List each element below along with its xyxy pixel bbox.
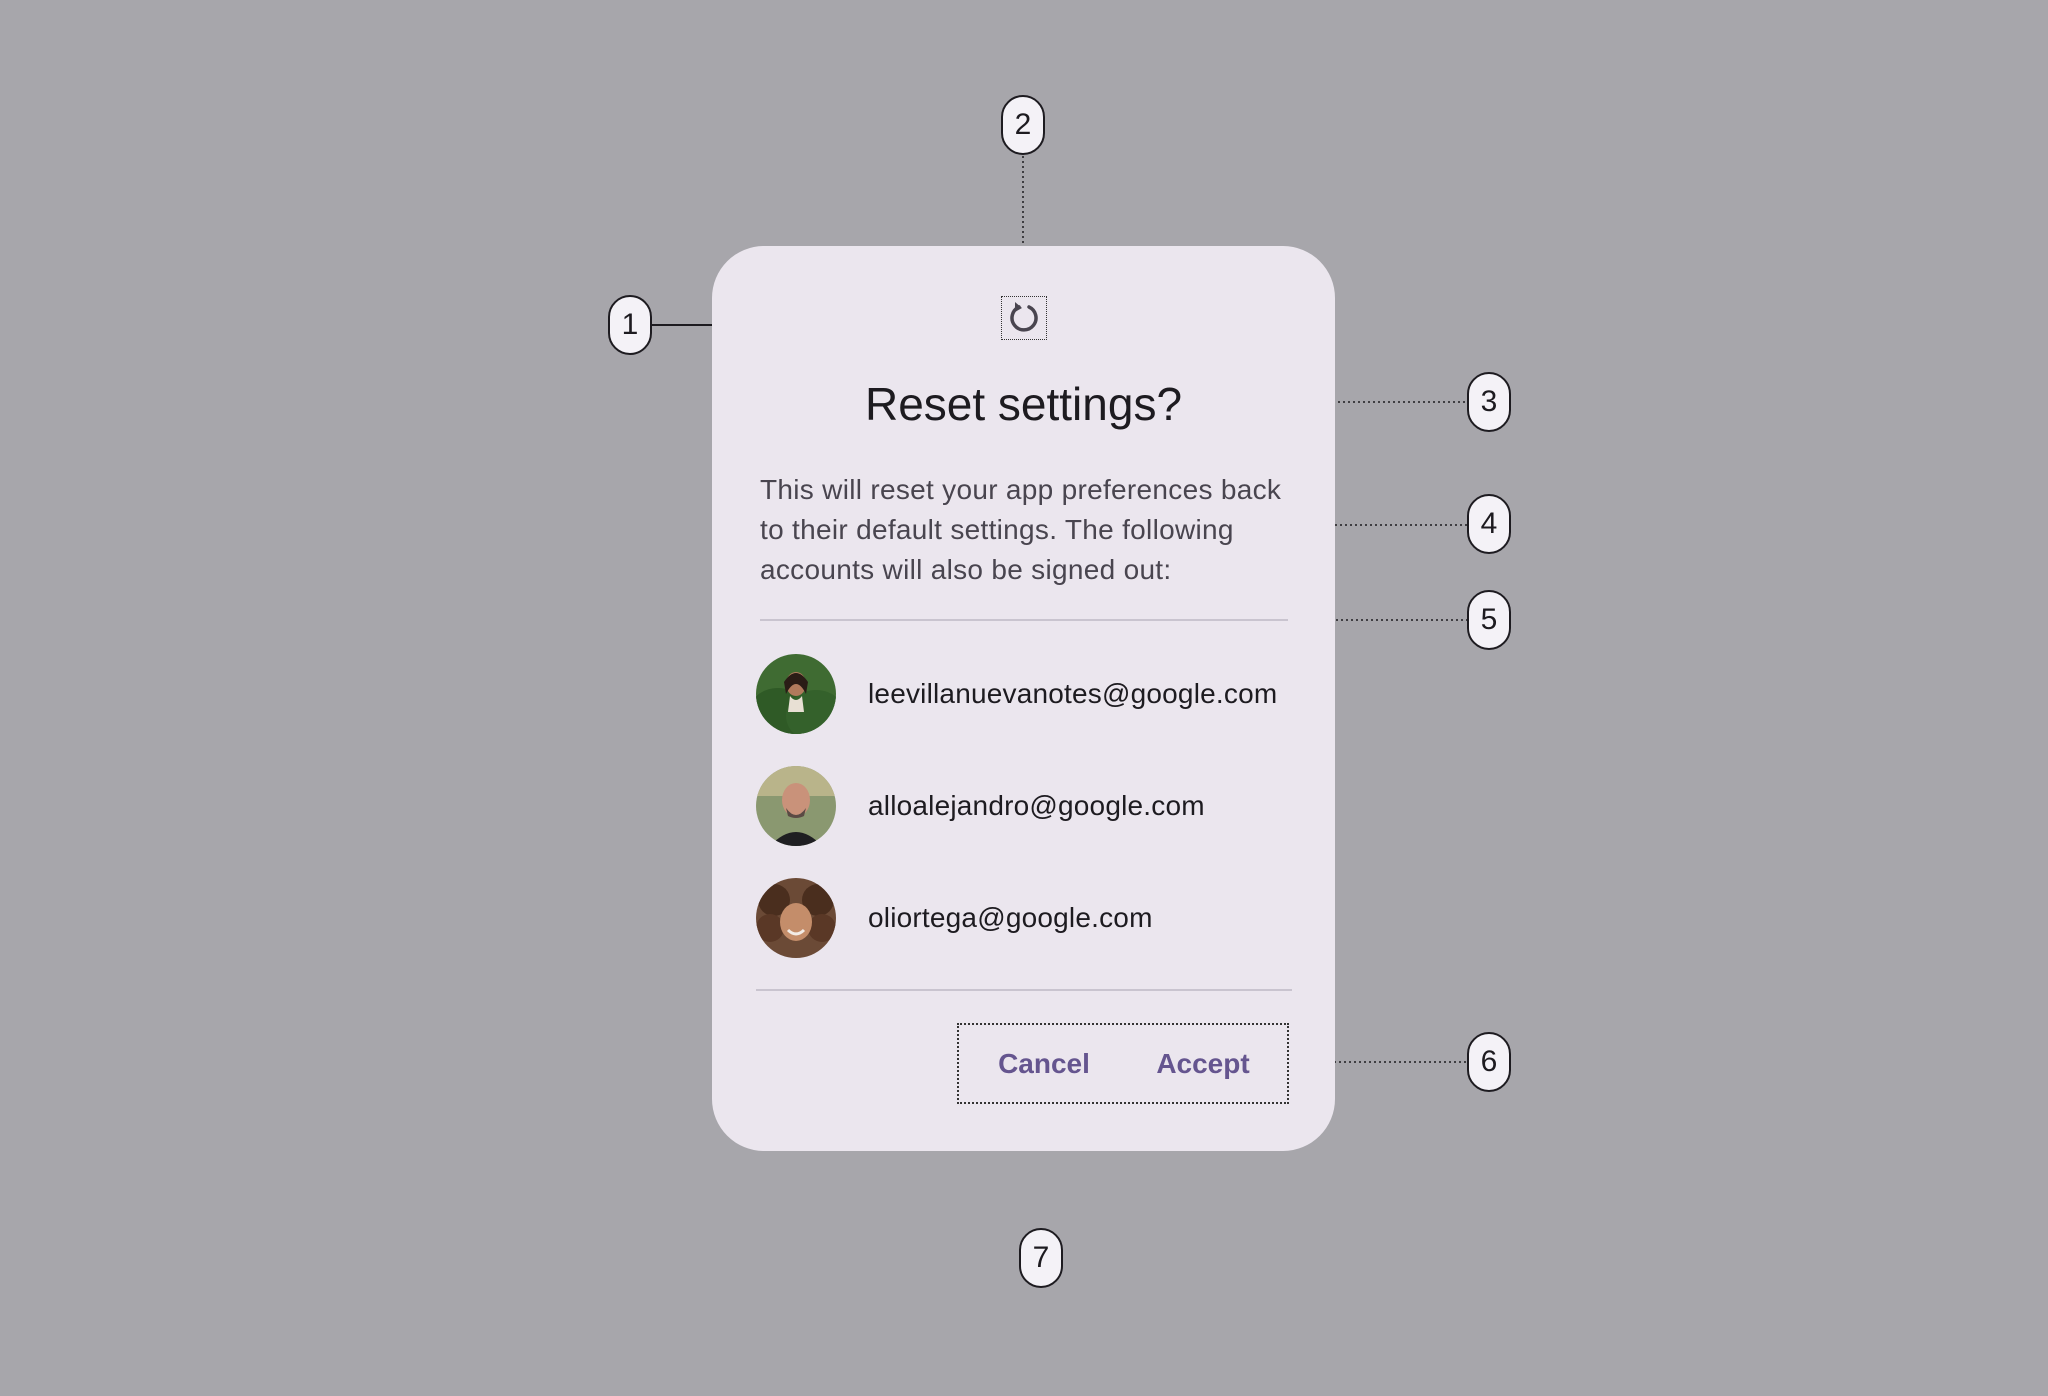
dialog-supporting-text: This will reset your app preferences bac… xyxy=(760,474,1282,585)
account-row[interactable]: alloalejandro@google.com xyxy=(756,766,1296,846)
callout-3: 3 xyxy=(1467,372,1511,432)
avatar xyxy=(756,878,836,958)
avatar xyxy=(756,766,836,846)
account-row[interactable]: leevillanuevanotes@google.com xyxy=(756,654,1296,734)
account-email: leevillanuevanotes@google.com xyxy=(868,678,1278,709)
callout-2: 2 xyxy=(1001,95,1045,155)
top-divider xyxy=(760,619,1288,621)
avatar xyxy=(756,654,836,734)
dialog-title: Reset settings? xyxy=(864,378,1183,430)
dialog-actions: Cancel Accept xyxy=(957,1023,1289,1104)
cancel-button[interactable]: Cancel xyxy=(971,1025,1117,1102)
callout-7: 7 xyxy=(1019,1228,1063,1288)
bottom-divider xyxy=(756,989,1292,991)
callout-1: 1 xyxy=(608,295,652,355)
accept-button[interactable]: Accept xyxy=(1129,1025,1277,1102)
callout-6: 6 xyxy=(1467,1032,1511,1092)
callout-5: 5 xyxy=(1467,590,1511,650)
account-row[interactable]: oliortega@google.com xyxy=(756,878,1296,958)
dialog-icon-frame xyxy=(1001,296,1047,340)
callout-4: 4 xyxy=(1467,494,1511,554)
account-email: alloalejandro@google.com xyxy=(868,790,1205,821)
reset-icon xyxy=(1010,302,1038,332)
account-email: oliortega@google.com xyxy=(868,902,1153,933)
